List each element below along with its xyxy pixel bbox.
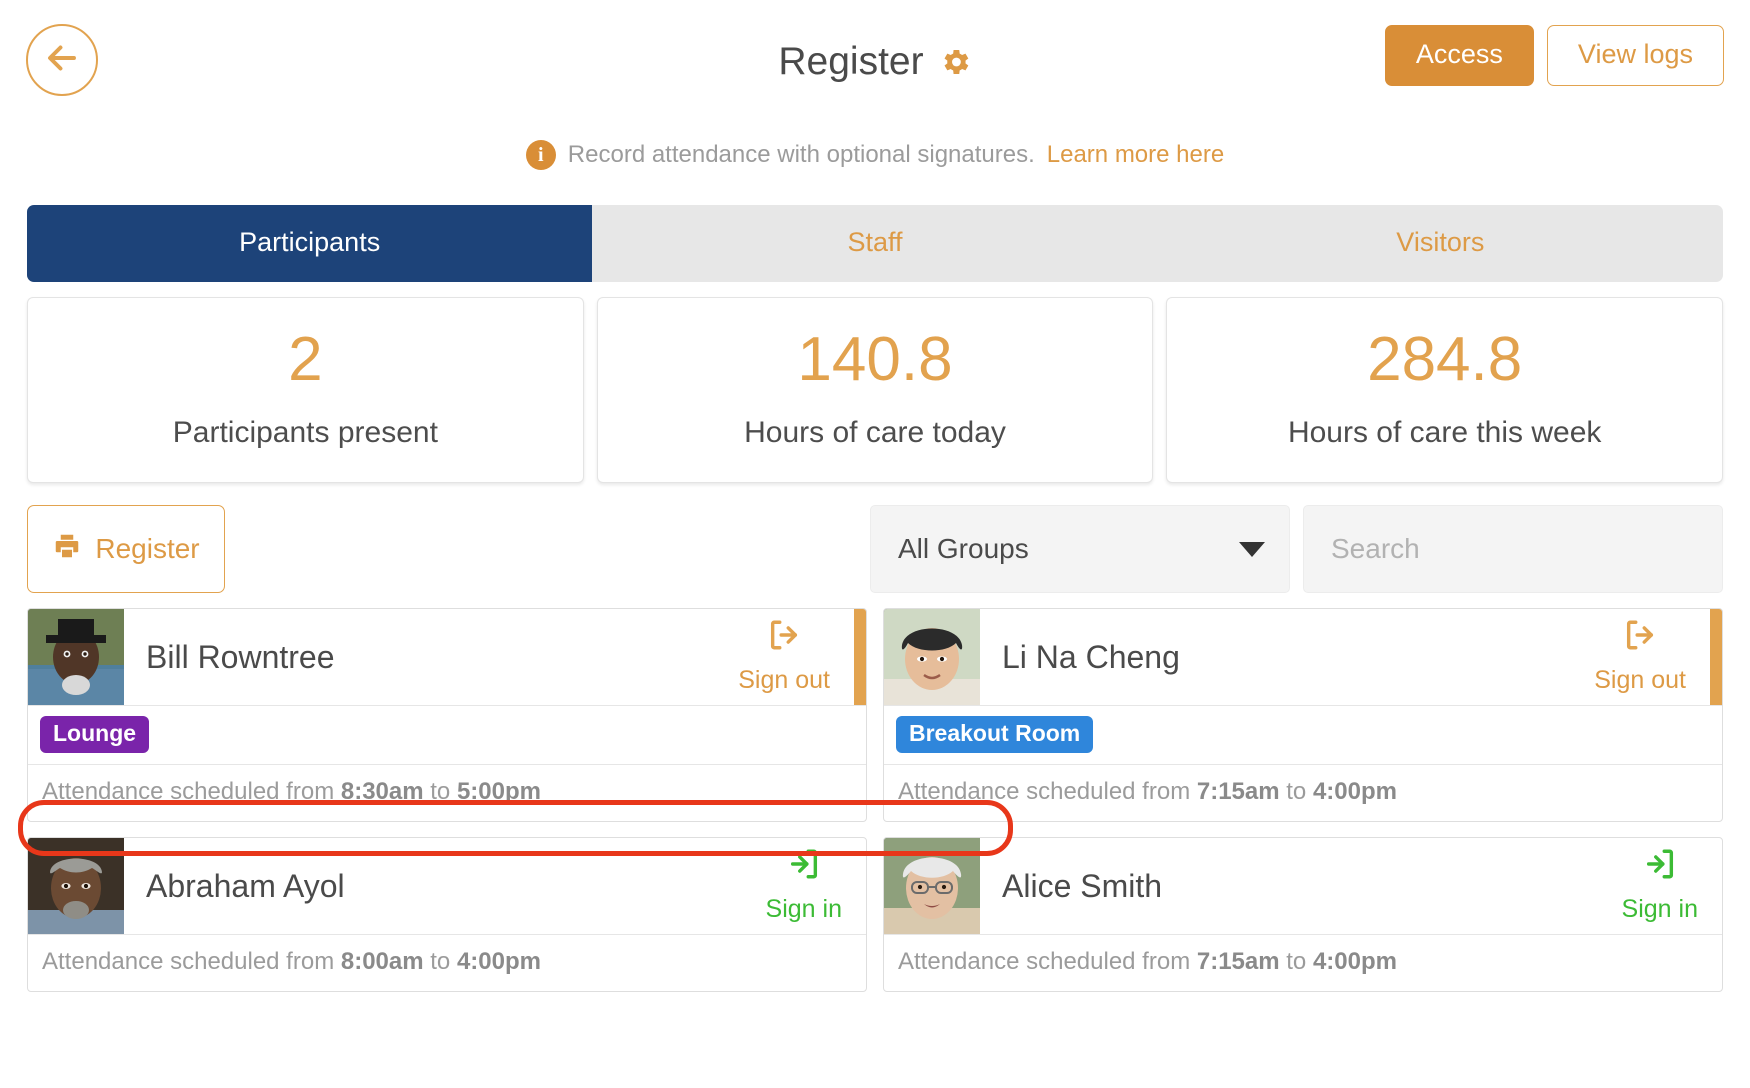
tab-visitors[interactable]: Visitors [1157,205,1723,282]
learn-more-link[interactable]: Learn more here [1047,141,1224,169]
print-register-label: Register [95,533,200,565]
schedule-prefix: Attendance scheduled from [42,778,335,806]
group-badge[interactable]: Lounge [40,716,150,754]
schedule-prefix: Attendance scheduled from [898,778,1191,806]
schedule-mid: to [1286,948,1307,976]
stat-label: Hours of care this week [1287,416,1602,450]
group-filter-value: All Groups [898,533,1029,565]
sign-in-button[interactable]: Sign in [754,838,866,934]
sign-out-icon [767,618,801,664]
page-title-text: Register [778,40,924,83]
schedule-end: 4:00pm [456,948,541,976]
schedule-end: 5:00pm [456,778,541,806]
print-register-button[interactable]: Register [27,505,225,594]
schedule-text: Attendance scheduled from 7:15am to 4:00… [884,934,1722,991]
schedule-mid: to [430,778,451,806]
schedule-prefix: Attendance scheduled from [42,948,335,976]
schedule-text: Attendance scheduled from 8:00am to 4:00… [28,934,866,991]
sign-in-icon [787,847,821,893]
stat-cards: 2 Participants present 140.8 Hours of ca… [27,297,1724,484]
printer-icon [52,531,82,568]
gear-icon[interactable] [938,45,972,79]
schedule-start: 8:30am [340,778,424,806]
avatar [884,838,980,935]
avatar [28,838,124,935]
register-page: Register Access View logs i Record atten… [0,0,1750,1088]
stat-value: 2 [288,325,323,394]
schedule-mid: to [430,948,451,976]
schedule-start: 8:00am [340,948,424,976]
participant-card[interactable]: Abraham Ayol Sign in Attendance schedule… [27,837,867,993]
avatar [884,609,980,706]
info-icon: i [525,140,556,170]
chevron-down-icon [1239,541,1265,557]
sign-in-label: Sign in [1621,894,1698,923]
sign-out-button[interactable]: Sign out [726,609,854,705]
tab-staff[interactable]: Staff [592,205,1158,282]
stat-value: 140.8 [797,325,953,394]
view-logs-button[interactable]: View logs [1546,25,1724,86]
participant-card[interactable]: Li Na Cheng Sign out Breakout Room Atten… [883,608,1723,823]
status-indicator [854,609,866,706]
search-placeholder: Search [1331,533,1420,565]
toolbar: Register All Groups Search [27,505,1723,594]
stat-card-hours-today: 140.8 Hours of care today [596,297,1154,484]
group-badge-row: Breakout Room [884,705,1722,764]
access-button[interactable]: Access [1384,25,1534,86]
header-actions: Access View logs [1384,25,1724,86]
schedule-text: Attendance scheduled from 8:30am to 5:00… [28,764,866,821]
schedule-start: 7:15am [1196,948,1280,976]
participant-card[interactable]: Bill Rowntree Sign out Lounge Attendance… [27,608,867,823]
search-input[interactable]: Search [1303,505,1723,594]
segment-tabs: Participants Staff Visitors [27,205,1723,282]
sign-out-icon [1623,618,1657,664]
schedule-mid: to [1286,778,1307,806]
participant-list: Bill Rowntree Sign out Lounge Attendance… [27,608,1723,1007]
group-filter-select[interactable]: All Groups [870,505,1290,594]
stat-value: 284.8 [1367,325,1523,394]
participant-header: Li Na Cheng Sign out [884,609,1722,706]
stat-label: Participants present [172,416,438,450]
group-badge[interactable]: Breakout Room [896,716,1094,754]
avatar [28,609,124,706]
info-text: Record attendance with optional signatur… [567,141,1035,168]
status-indicator [1710,609,1722,706]
schedule-end: 4:00pm [1312,948,1397,976]
tab-participants[interactable]: Participants [27,205,593,282]
page-header: Register Access View logs [0,0,1750,118]
sign-out-label: Sign out [1594,665,1686,694]
stat-card-participants-present: 2 Participants present [27,297,584,484]
stat-card-hours-week: 284.8 Hours of care this week [1166,297,1724,484]
participant-header: Alice Smith Sign in [884,838,1722,935]
participant-name: Abraham Ayol [146,867,345,904]
schedule-text: Attendance scheduled from 7:15am to 4:00… [884,764,1722,821]
schedule-prefix: Attendance scheduled from [898,948,1191,976]
participant-header: Abraham Ayol Sign in [28,838,866,935]
schedule-start: 7:15am [1196,778,1280,806]
stat-label: Hours of care today [744,416,1006,450]
participant-header: Bill Rowntree Sign out [28,609,866,706]
participant-name: Alice Smith [1002,867,1163,904]
sign-in-icon [1643,847,1677,893]
group-badge-row: Lounge [28,705,866,764]
participant-name: Li Na Cheng [1002,638,1180,675]
schedule-end: 4:00pm [1312,778,1397,806]
info-banner: i Record attendance with optional signat… [0,140,1750,170]
participant-card[interactable]: Alice Smith Sign in Attendance scheduled… [883,837,1723,993]
sign-in-button[interactable]: Sign in [1610,838,1722,934]
sign-out-button[interactable]: Sign out [1582,609,1710,705]
participant-name: Bill Rowntree [146,638,335,675]
sign-in-label: Sign in [765,894,842,923]
sign-out-label: Sign out [738,665,830,694]
